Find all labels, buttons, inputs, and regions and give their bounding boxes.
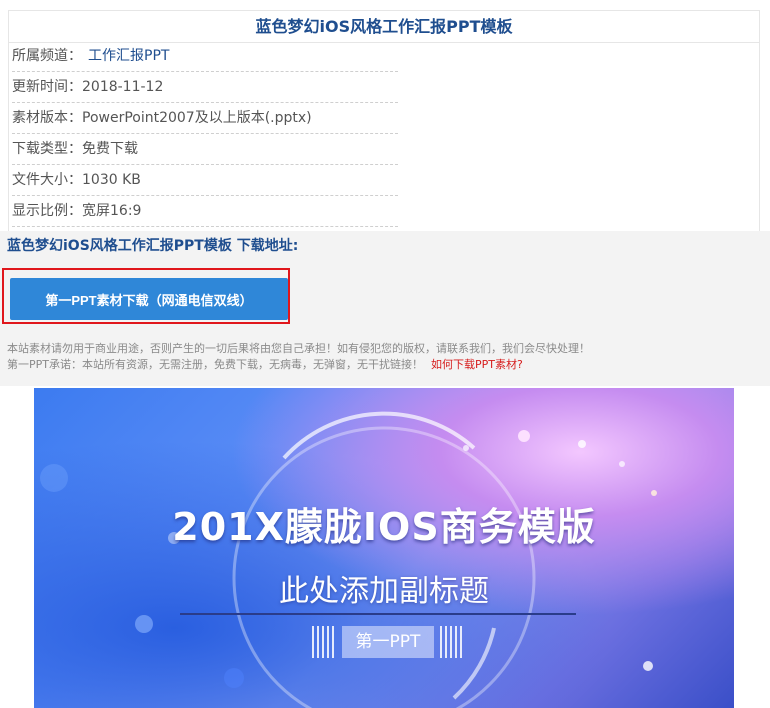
info-value: PowerPoint2007及以上版本(.pptx) (82, 110, 312, 126)
preview-badge-label: 第一PPT (342, 626, 434, 658)
info-value: 2018-11-12 (82, 79, 164, 95)
promise-text: 第一PPT承诺：本站所有资源，无需注册，免费下载，无病毒，无弹窗，无干扰链接！ (7, 358, 423, 371)
info-value: 1030 KB (82, 172, 141, 188)
stripe-decoration (312, 626, 336, 658)
info-label: 下载类型： (12, 141, 82, 157)
info-label: 更新时间： (12, 79, 82, 95)
page-title: 蓝色梦幻iOS风格工作汇报PPT模板 (9, 11, 759, 43)
info-value: 免费下载 (82, 141, 138, 157)
info-row-update-time: 更新时间：2018-11-12 (12, 72, 398, 103)
info-label: 文件大小： (12, 172, 82, 188)
info-label: 素材版本： (12, 110, 82, 126)
preview-image: 201X朦胧IOS商务模版 此处添加副标题 第一PPT (34, 388, 734, 708)
info-row-version: 素材版本：PowerPoint2007及以上版本(.pptx) (12, 103, 398, 134)
preview-badge: 第一PPT (312, 624, 464, 660)
stripe-decoration (440, 626, 464, 658)
preview-title: 201X朦胧IOS商务模版 (172, 505, 596, 549)
download-button[interactable]: 第一PPT素材下载（网通电信双线） (10, 278, 288, 320)
channel-link[interactable]: 工作汇报PPT (88, 48, 169, 64)
info-row-aspect-ratio: 显示比例：宽屏16:9 (12, 196, 398, 227)
info-value: 宽屏16:9 (82, 203, 142, 219)
preview-divider (180, 613, 576, 615)
preview-subtitle: 此处添加副标题 (279, 574, 489, 609)
info-row-file-size: 文件大小：1030 KB (12, 165, 398, 196)
promise-notice: 第一PPT承诺：本站所有资源，无需注册，免费下载，无病毒，无弹窗，无干扰链接！ 如… (7, 356, 523, 372)
info-label: 所属频道： (12, 48, 82, 64)
info-label: 显示比例： (12, 203, 82, 219)
help-link[interactable]: 如何下载PPT素材? (431, 358, 523, 371)
info-row-channel: 所属频道： 工作汇报PPT (12, 41, 398, 72)
download-heading: 蓝色梦幻iOS风格工作汇报PPT模板 下载地址: (7, 238, 299, 254)
copyright-notice: 本站素材请勿用于商业用途，否则产生的一切后果将由您自己承担！如有侵犯您的版权，请… (7, 342, 590, 355)
info-row-download-type: 下载类型：免费下载 (12, 134, 398, 165)
